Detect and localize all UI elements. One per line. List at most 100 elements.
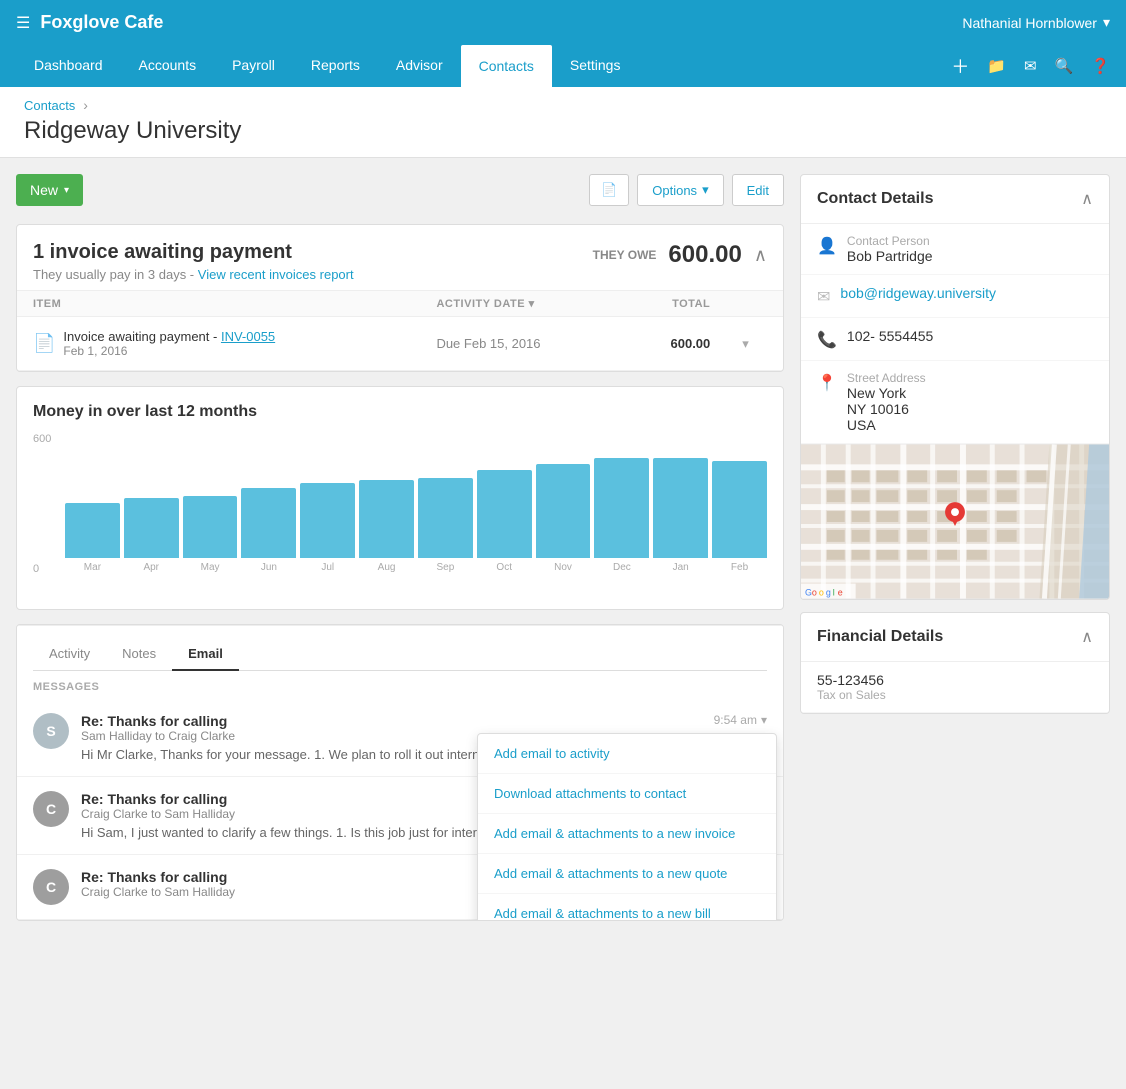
- invoice-subtitle-link[interactable]: View recent invoices report: [198, 267, 354, 282]
- messages-label: MESSAGES: [17, 671, 783, 699]
- invoice-row-action[interactable]: ▾: [726, 317, 783, 371]
- chart-bar-group: Dec: [594, 458, 649, 573]
- chart-y-min: 0: [33, 563, 39, 575]
- nav-contacts[interactable]: Contacts: [461, 45, 552, 87]
- tab-activity[interactable]: Activity: [33, 638, 106, 671]
- svg-text:e: e: [838, 588, 843, 598]
- invoice-due-date: Due Feb 15, 2016: [420, 317, 620, 371]
- collapse-invoice-icon[interactable]: ∧: [754, 245, 767, 266]
- svg-text:g: g: [826, 588, 831, 598]
- chart-bar-group: Feb: [712, 461, 767, 573]
- col-total: TOTAL: [621, 291, 727, 317]
- email-list: S Re: Thanks for calling Sam Halliday to…: [17, 699, 783, 920]
- new-arrow-icon: ▾: [64, 185, 69, 196]
- chart-bar: [183, 496, 238, 558]
- chart-bar: [300, 483, 355, 558]
- phone-icon: 📞: [817, 330, 837, 350]
- avatar-c-2: C: [33, 791, 69, 827]
- nav-reports[interactable]: Reports: [293, 45, 378, 87]
- breadcrumb-parent[interactable]: Contacts: [24, 98, 75, 113]
- invoice-subtitle: They usually pay in 3 days - View recent…: [33, 267, 354, 282]
- invoice-table: ITEM ACTIVITY DATE ▾ TOTAL 📄 Invoice awa…: [17, 290, 783, 371]
- email-time-1: 9:54 am ▾: [714, 713, 767, 727]
- chart-bar-label: Apr: [143, 562, 159, 573]
- invoice-title: 1 invoice awaiting payment: [33, 241, 354, 264]
- user-dropdown-icon[interactable]: ▾: [1103, 14, 1110, 31]
- invoice-number[interactable]: INV-0055: [221, 329, 275, 344]
- chart-bar: [712, 461, 767, 558]
- email-dropdown-menu: Add email to activity Download attachmen…: [477, 733, 777, 921]
- financial-tax-label: Tax on Sales: [817, 688, 886, 702]
- contact-email-value[interactable]: bob@ridgeway.university: [840, 285, 996, 301]
- email-dropdown-toggle-1[interactable]: ▾: [761, 713, 767, 727]
- contact-person-row: 👤 Contact Person Bob Partridge: [801, 224, 1109, 275]
- dropdown-new-invoice[interactable]: Add email & attachments to a new invoice: [478, 814, 776, 854]
- hamburger-icon[interactable]: ☰: [16, 13, 30, 33]
- options-label: Options: [652, 183, 697, 198]
- search-icon[interactable]: 🔍: [1055, 57, 1074, 75]
- page-title: Ridgeway University: [24, 113, 1102, 157]
- chart-bar: [241, 488, 296, 558]
- invoice-row-item: 📄 Invoice awaiting payment - INV-0055 Fe…: [17, 317, 420, 371]
- email-section: Activity Notes Email MESSAGES S Re: Than…: [16, 624, 784, 921]
- breadcrumb-sep: ›: [83, 97, 88, 113]
- contact-phone-row: 📞 102- 5554455: [801, 318, 1109, 361]
- contact-details-header: Contact Details ∧: [801, 175, 1109, 224]
- chart-bar-group: May: [183, 496, 238, 573]
- nav-dashboard[interactable]: Dashboard: [16, 45, 121, 87]
- new-label: New: [30, 182, 58, 198]
- help-icon[interactable]: ❓: [1091, 57, 1110, 75]
- col-activity-date[interactable]: ACTIVITY DATE ▾: [420, 291, 620, 317]
- nav-advisor[interactable]: Advisor: [378, 45, 461, 87]
- edit-label: Edit: [747, 183, 769, 198]
- chart-bar-label: Feb: [731, 562, 748, 573]
- email-subject-1: Re: Thanks for calling: [81, 713, 702, 729]
- folder-icon[interactable]: 📁: [987, 57, 1006, 75]
- chart-card: Money in over last 12 months 600 0 Mar Ap…: [16, 386, 784, 610]
- doc-button[interactable]: 📄: [589, 174, 629, 206]
- chart-bar-group: Jan: [653, 458, 708, 573]
- contact-address-line3: USA: [847, 417, 926, 433]
- top-bar: ☰ Foxglove Cafe Nathanial Hornblower ▾: [0, 0, 1126, 45]
- breadcrumb-area: Contacts › Ridgeway University: [0, 87, 1126, 158]
- contact-details-title: Contact Details: [817, 190, 933, 208]
- mail-icon[interactable]: ✉: [1024, 57, 1037, 75]
- chart-bars: MarAprMayJunJulAugSepOctNovDecJanFeb: [65, 433, 767, 573]
- nav-settings[interactable]: Settings: [552, 45, 639, 87]
- they-owe: THEY OWE 600.00 ∧: [593, 241, 767, 269]
- invoice-date: Feb 1, 2016: [63, 344, 275, 358]
- nav-accounts[interactable]: Accounts: [121, 45, 215, 87]
- contact-address-label: Street Address: [847, 371, 926, 385]
- financial-details-collapse[interactable]: ∧: [1081, 627, 1093, 647]
- svg-text:o: o: [812, 588, 817, 598]
- chart-bar-group: Mar: [65, 503, 120, 573]
- chart-bar-label: Mar: [84, 562, 101, 573]
- options-button[interactable]: Options ▾: [637, 174, 723, 206]
- contact-map[interactable]: G o o g l e: [801, 444, 1109, 599]
- chart-title: Money in over last 12 months: [33, 403, 767, 421]
- dropdown-add-activity[interactable]: Add email to activity: [478, 734, 776, 774]
- chart-y-max: 600: [33, 433, 51, 445]
- edit-button[interactable]: Edit: [732, 174, 784, 206]
- tab-email[interactable]: Email: [172, 638, 239, 671]
- user-name: Nathanial Hornblower: [962, 15, 1097, 31]
- chart-bar: [477, 470, 532, 558]
- svg-text:l: l: [833, 588, 835, 598]
- contact-person-label: Contact Person: [847, 234, 933, 248]
- avatar-s: S: [33, 713, 69, 749]
- chart-bar-label: May: [201, 562, 220, 573]
- top-bar-left: ☰ Foxglove Cafe: [16, 12, 163, 33]
- add-icon[interactable]: ＋: [951, 53, 969, 79]
- tabs: Activity Notes Email: [33, 638, 767, 671]
- dropdown-new-quote[interactable]: Add email & attachments to a new quote: [478, 854, 776, 894]
- chart-bar-label: Nov: [554, 562, 572, 573]
- main-layout: New ▾ 📄 Options ▾ Edit 1 invoice awaitin…: [0, 158, 1126, 1089]
- email-item-1: S Re: Thanks for calling Sam Halliday to…: [17, 699, 783, 777]
- dropdown-download-attachments[interactable]: Download attachments to contact: [478, 774, 776, 814]
- new-button[interactable]: New ▾: [16, 174, 83, 206]
- dropdown-new-bill[interactable]: Add email & attachments to a new bill: [478, 894, 776, 921]
- they-owe-amount: 600.00: [668, 241, 741, 269]
- nav-payroll[interactable]: Payroll: [214, 45, 293, 87]
- contact-details-collapse[interactable]: ∧: [1081, 189, 1093, 209]
- tab-notes[interactable]: Notes: [106, 638, 172, 671]
